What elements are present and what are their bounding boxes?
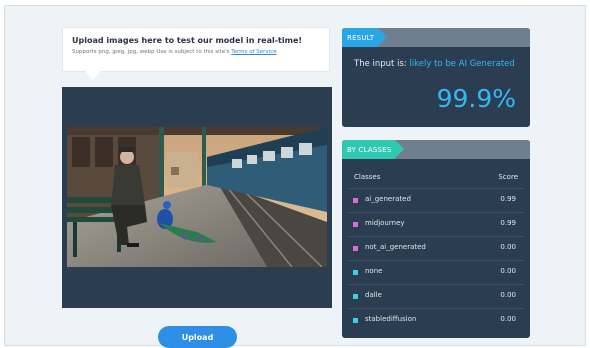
class-label: stablediffusion bbox=[365, 315, 417, 323]
class-row: midjourney 0.99 bbox=[347, 212, 524, 236]
class-label: none bbox=[365, 267, 383, 275]
class-label: midjourney bbox=[365, 219, 405, 227]
class-score: 0.00 bbox=[500, 267, 516, 275]
class-row: ai_generated 0.99 bbox=[347, 188, 524, 212]
result-input-line: The input is: likely to be AI Generated bbox=[354, 59, 515, 69]
terms-of-service-link[interactable]: Terms of Service bbox=[231, 49, 276, 55]
by-classes-card: BY CLASSES Classes Score ai_generated 0.… bbox=[342, 140, 530, 338]
score-column-header: Score bbox=[498, 173, 518, 181]
class-label: ai_generated bbox=[365, 195, 411, 203]
class-score: 0.99 bbox=[500, 195, 516, 203]
upload-subtitle: Supports png, jpeg, jpg, webp Use is sub… bbox=[72, 49, 277, 55]
upload-title: Upload images here to test our model in … bbox=[72, 36, 303, 45]
upload-instructions-card: Upload images here to test our model in … bbox=[62, 27, 330, 80]
class-score: 0.00 bbox=[500, 315, 516, 323]
result-header-bar: RESULT bbox=[342, 28, 530, 47]
classes-header-tag: BY CLASSES bbox=[342, 140, 405, 159]
result-percent: 99.9% bbox=[436, 84, 516, 113]
class-swatch bbox=[353, 318, 358, 323]
class-row: dalle 0.00 bbox=[347, 284, 524, 308]
class-score: 0.00 bbox=[500, 291, 516, 299]
class-label: dalle bbox=[365, 291, 382, 299]
result-header-tag: RESULT bbox=[342, 28, 388, 47]
result-input-prefix: The input is: bbox=[354, 59, 410, 69]
uploaded-image bbox=[67, 127, 327, 267]
classes-column-header: Classes bbox=[354, 173, 381, 181]
class-score: 0.99 bbox=[500, 219, 516, 227]
class-row: stablediffusion 0.00 bbox=[347, 308, 524, 332]
result-card: RESULT The input is: likely to be AI Gen… bbox=[342, 28, 530, 127]
supported-formats-text: Supports png, jpeg, jpg, webp Use is sub… bbox=[72, 49, 232, 55]
class-swatch bbox=[353, 246, 358, 251]
upload-button[interactable]: Upload bbox=[158, 326, 237, 348]
result-verdict: likely to be AI Generated bbox=[409, 59, 515, 69]
class-swatch bbox=[353, 222, 358, 227]
class-row: not_ai_generated 0.00 bbox=[347, 236, 524, 260]
class-swatch bbox=[353, 294, 358, 299]
class-score: 0.00 bbox=[500, 243, 516, 251]
classes-header-bar: BY CLASSES bbox=[342, 140, 530, 159]
class-row: none 0.00 bbox=[347, 260, 524, 284]
class-swatch bbox=[353, 198, 358, 203]
class-label: not_ai_generated bbox=[365, 243, 426, 251]
classes-list: ai_generated 0.99 midjourney 0.99 not_ai… bbox=[347, 188, 524, 332]
class-swatch bbox=[353, 270, 358, 275]
image-preview-panel[interactable] bbox=[62, 87, 332, 308]
